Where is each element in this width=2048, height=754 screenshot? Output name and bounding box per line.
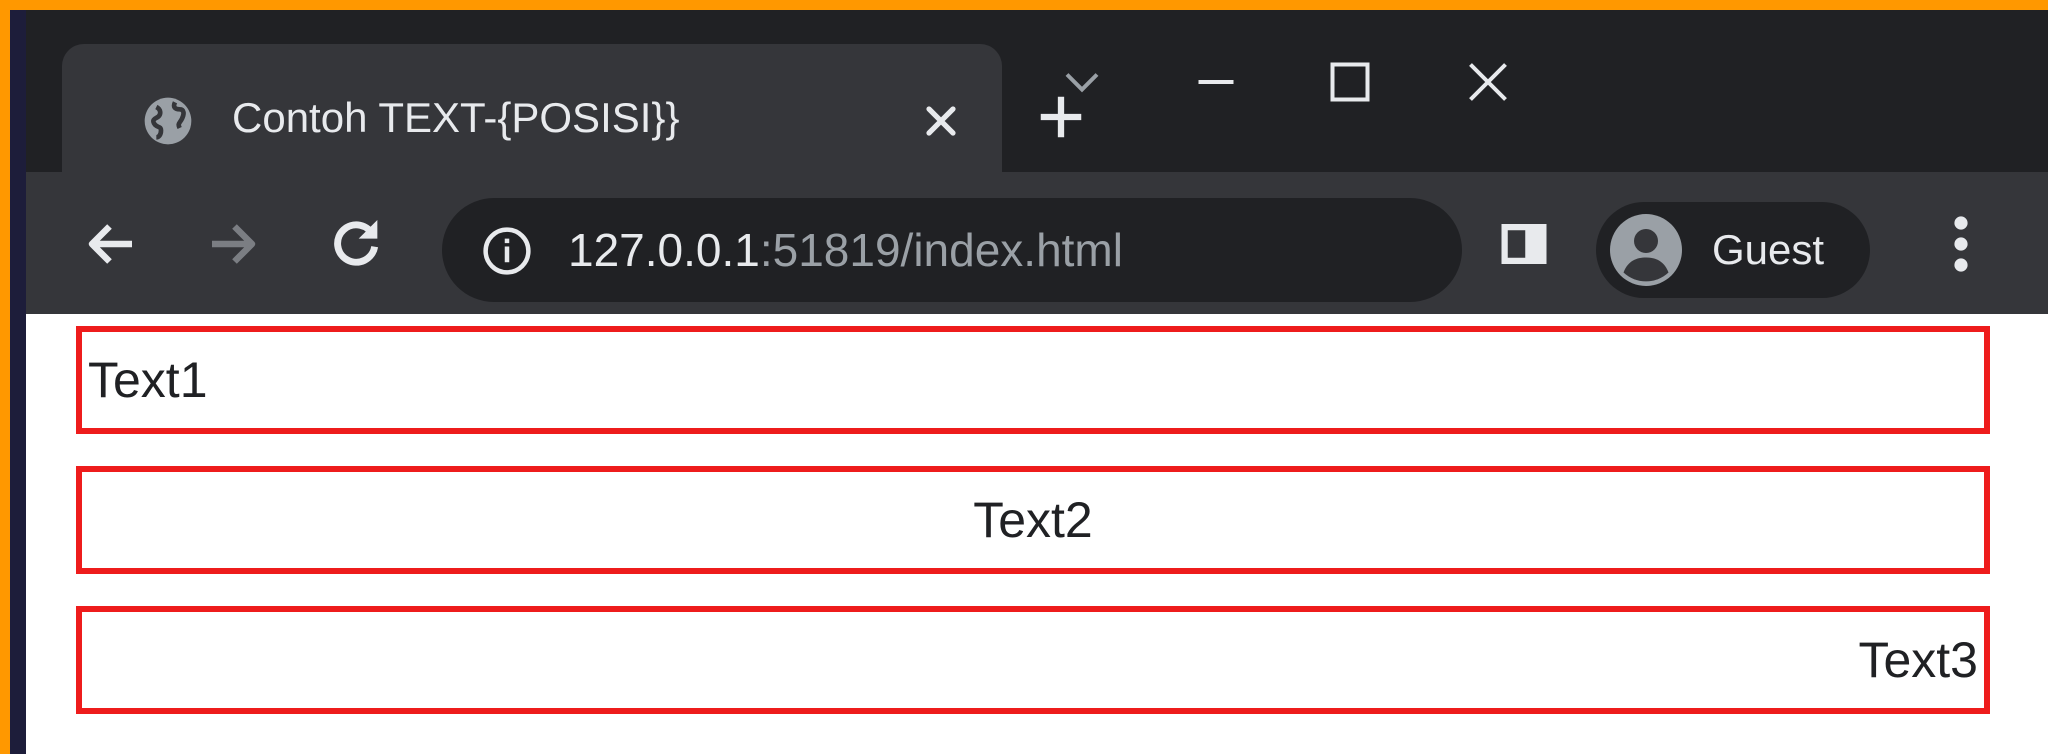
- desktop-edge: [10, 10, 26, 754]
- globe-icon: [144, 97, 192, 145]
- text-box-label: Text3: [1858, 632, 1978, 688]
- address-bar[interactable]: 127.0.0.1:51819/index.html: [442, 198, 1462, 302]
- profile-label: Guest: [1712, 226, 1825, 273]
- minimize-icon[interactable]: [1186, 52, 1246, 112]
- tab-active[interactable]: Contoh TEXT-{POSISI}}: [62, 44, 1002, 186]
- close-window-icon[interactable]: [1458, 52, 1518, 112]
- forward-arrow-icon[interactable]: [202, 214, 262, 274]
- url-host: 127.0.0.1: [568, 224, 760, 276]
- toolbar: 127.0.0.1:51819/index.html Guest: [26, 172, 2048, 314]
- profile-button[interactable]: Guest: [1596, 202, 1870, 298]
- text-box-right: Text3: [76, 606, 1990, 714]
- reload-icon[interactable]: [324, 212, 388, 276]
- avatar-icon: [1610, 214, 1682, 286]
- text-box-label: Text2: [973, 492, 1093, 548]
- text-box-left: Text1: [76, 326, 1990, 434]
- maximize-icon[interactable]: [1320, 52, 1380, 112]
- browser-window: Contoh TEXT-{POSISI}} 127.0.0.1:51819/in…: [26, 10, 2048, 754]
- text-box-center: Text2: [76, 466, 1990, 574]
- text-box-label: Text1: [88, 352, 208, 408]
- menu-kebab-icon[interactable]: [1936, 208, 1986, 280]
- page-content: Text1 Text2 Text3: [26, 314, 2048, 754]
- side-panel-icon[interactable]: [1494, 214, 1554, 274]
- tab-strip: Contoh TEXT-{POSISI}}: [26, 10, 2048, 186]
- url-path: :51819/index.html: [759, 224, 1123, 276]
- close-tab-icon[interactable]: [917, 97, 965, 145]
- chevron-down-icon[interactable]: [1052, 52, 1112, 112]
- tab-title: Contoh TEXT-{POSISI}}: [232, 94, 680, 141]
- url-text[interactable]: 127.0.0.1:51819/index.html: [568, 220, 1123, 280]
- back-arrow-icon[interactable]: [82, 214, 142, 274]
- info-icon[interactable]: [480, 224, 534, 278]
